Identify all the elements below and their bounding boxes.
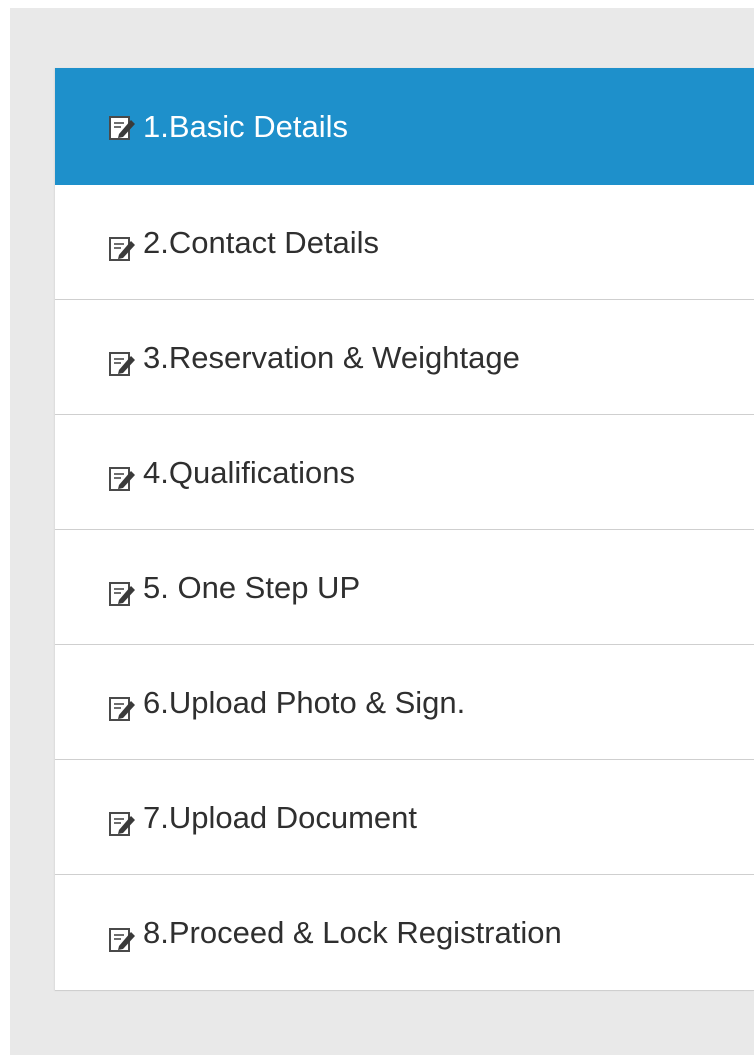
- menu-item-upload-document[interactable]: 7.Upload Document: [55, 760, 754, 875]
- menu-item-basic-details[interactable]: 1.Basic Details: [55, 68, 754, 185]
- menu-item-reservation-weightage[interactable]: 3.Reservation & Weightage: [55, 300, 754, 415]
- menu-item-proceed-lock-registration[interactable]: 8.Proceed & Lock Registration: [55, 875, 754, 990]
- menu-item-label: 3.Reservation & Weightage: [143, 339, 520, 375]
- registration-steps-menu: 1.Basic Details 2.Contact Details 3.Rese…: [55, 68, 754, 991]
- menu-item-one-step-up[interactable]: 5. One Step UP: [55, 530, 754, 645]
- menu-item-label: 1.Basic Details: [143, 109, 349, 144]
- edit-icon: [109, 467, 135, 491]
- edit-icon: [109, 352, 135, 376]
- edit-icon: [109, 812, 135, 836]
- edit-icon: [109, 582, 135, 606]
- edit-icon: [109, 927, 135, 952]
- edit-icon: [109, 237, 135, 261]
- menu-item-label: 8.Proceed & Lock Registration: [143, 915, 562, 950]
- menu-item-label: 5. One Step UP: [143, 569, 361, 605]
- menu-item-label: 6.Upload Photo & Sign.: [143, 684, 466, 720]
- menu-item-label: 4.Qualifications: [143, 454, 355, 490]
- menu-item-contact-details[interactable]: 2.Contact Details: [55, 185, 754, 300]
- menu-item-label: 7.Upload Document: [143, 799, 417, 835]
- menu-item-label: 2.Contact Details: [143, 224, 380, 260]
- menu-item-qualifications[interactable]: 4.Qualifications: [55, 415, 754, 530]
- edit-icon: [109, 115, 135, 140]
- page: 1.Basic Details 2.Contact Details 3.Rese…: [0, 0, 754, 1055]
- edit-icon: [109, 697, 135, 721]
- menu-item-upload-photo-sign[interactable]: 6.Upload Photo & Sign.: [55, 645, 754, 760]
